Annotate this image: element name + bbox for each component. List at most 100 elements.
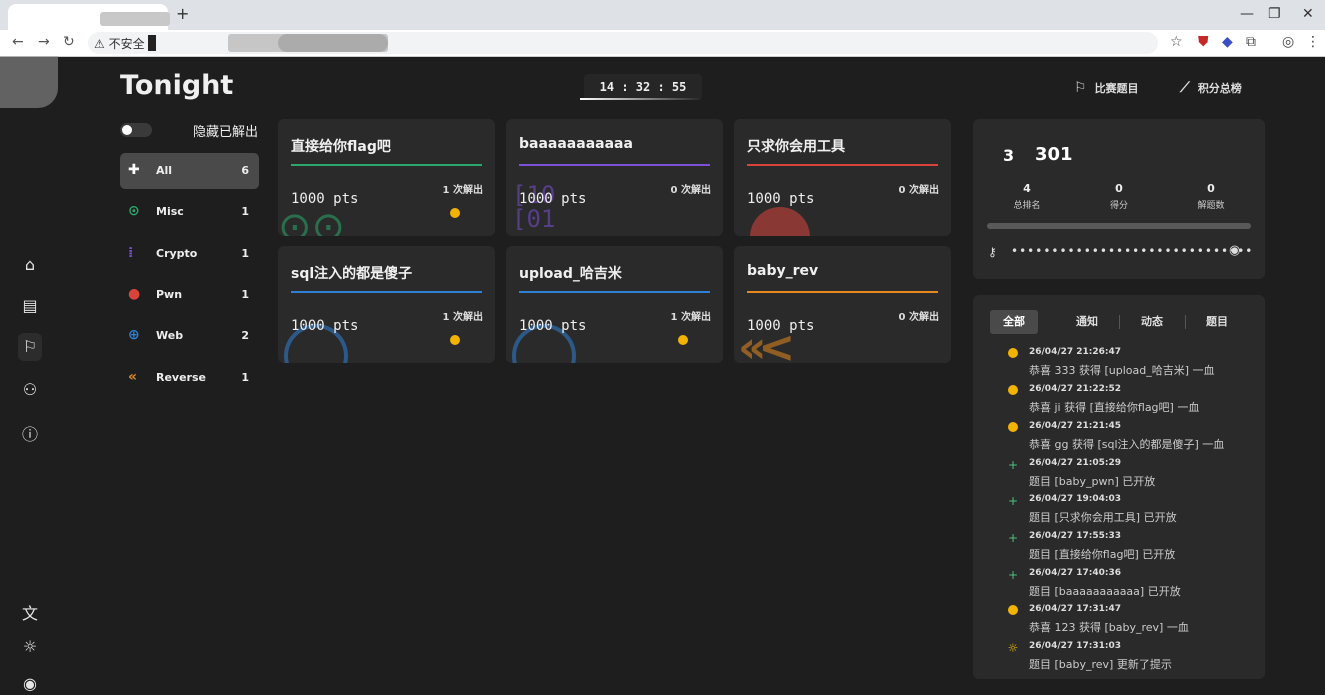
plus-icon: + xyxy=(1007,458,1019,472)
eye-icon[interactable]: ◉ xyxy=(1229,243,1240,258)
challenge-accent-line xyxy=(291,291,482,293)
puzzle-icon: ✚ xyxy=(128,162,140,178)
category-pwn[interactable]: ● Pwn 1 xyxy=(120,277,259,313)
translate-icon[interactable]: 文 xyxy=(18,600,42,624)
diamond-extension-icon[interactable]: ◆ xyxy=(1222,34,1233,50)
category-web[interactable]: ⊕ Web 2 xyxy=(120,318,259,354)
challenge-points: 1000 pts xyxy=(291,191,359,207)
event-text: 恭喜 333 获得 [upload_哈吉米] 一血 xyxy=(1029,364,1215,377)
challenge-accent-line xyxy=(519,291,710,293)
account-icon[interactable]: ◉ xyxy=(18,674,42,693)
solved-badge-icon xyxy=(450,208,460,218)
plus-icon: + xyxy=(1007,494,1019,508)
event-time: 26/04/27 21:21:45 xyxy=(1029,421,1122,431)
solved-badge-icon xyxy=(450,335,460,345)
stat-value: 4 xyxy=(1023,182,1031,195)
minimize-icon[interactable]: — xyxy=(1240,6,1254,22)
category-count: 1 xyxy=(241,371,249,384)
challenge-card[interactable]: [10 [01 baaaaaaaaaaa 1000 pts 0 次解出 xyxy=(506,119,723,236)
team-rank-badge: 3 xyxy=(1003,146,1015,165)
browser-tab[interactable] xyxy=(8,4,170,30)
category-crypto[interactable]: ⁞ Crypto 1 xyxy=(120,236,259,272)
menu-kebab-icon[interactable]: ⋮ xyxy=(1306,34,1320,50)
back-icon[interactable]: ← xyxy=(12,34,24,50)
url-input[interactable]: ⚠ 不安全 xyxy=(88,32,1158,54)
category-count: 1 xyxy=(241,247,249,260)
stat-value: 0 xyxy=(1115,182,1123,195)
category-name: Pwn xyxy=(156,288,183,301)
event-time: 26/04/27 17:31:47 xyxy=(1029,604,1122,614)
tab-challenges[interactable]: 题目 xyxy=(1193,310,1241,334)
hide-solved-toggle[interactable] xyxy=(120,123,152,137)
flag-icon[interactable]: ⚐ xyxy=(18,333,42,361)
plus-icon: + xyxy=(1007,531,1019,545)
hide-solved-label: 隐藏已解出 xyxy=(193,125,259,140)
challenge-title: 只求你会用工具 xyxy=(747,139,845,155)
team-icon[interactable]: ⚇ xyxy=(18,380,42,399)
binary-icon: ⁞ xyxy=(128,245,134,261)
reload-icon[interactable]: ↻ xyxy=(63,34,75,50)
category-all[interactable]: ✚ All 6 xyxy=(120,153,259,189)
event-feed-panel: 全部 通知 动态 题目 26/04/27 21:26:47 恭喜 333 获得 … xyxy=(973,295,1265,679)
stat-total-rank: 4 总排名 xyxy=(992,182,1062,211)
challenge-card[interactable]: 只求你会用工具 1000 pts 0 次解出 xyxy=(734,119,951,236)
scoreboard-nav-label: 积分总榜 xyxy=(1197,82,1242,95)
challenge-title: 直接给你flag吧 xyxy=(291,139,391,155)
stat-solved: 0 解题数 xyxy=(1176,182,1246,211)
challenge-card[interactable]: «< baby_rev 1000 pts 0 次解出 xyxy=(734,246,951,363)
category-name: Reverse xyxy=(156,371,206,384)
challenge-accent-line xyxy=(747,164,938,166)
stat-score: 0 得分 xyxy=(1084,182,1154,211)
new-tab-button[interactable]: + xyxy=(176,4,189,23)
security-indicator[interactable]: ⚠ 不安全 xyxy=(94,35,145,52)
challenge-solves: 1 次解出 xyxy=(442,185,483,196)
challenges-nav-label: 比赛题目 xyxy=(1094,82,1139,95)
document-icon[interactable]: ▤ xyxy=(18,296,42,315)
tab-all[interactable]: 全部 xyxy=(990,310,1038,334)
tab-activity[interactable]: 动态 xyxy=(1128,310,1176,334)
challenge-solves: 0 次解出 xyxy=(670,185,711,196)
challenge-card[interactable]: upload_哈吉米 1000 pts 1 次解出 xyxy=(506,246,723,363)
first-blood-icon xyxy=(1005,347,1021,361)
stat-value: 0 xyxy=(1207,182,1215,195)
profile-icon[interactable]: ◎ xyxy=(1282,34,1294,50)
close-icon[interactable]: ✕ xyxy=(1302,6,1314,22)
team-name: 301 xyxy=(1035,144,1073,165)
toggle-knob xyxy=(122,125,132,135)
gamepad-icon: ⊙ xyxy=(128,203,140,219)
site-brand[interactable]: Tonight xyxy=(120,70,233,101)
solved-badge-icon xyxy=(678,335,688,345)
category-reverse[interactable]: « Reverse 1 xyxy=(120,360,259,396)
challenge-card[interactable]: ⊙⊙ 直接给你flag吧 1000 pts 1 次解出 xyxy=(278,119,495,236)
tab-notices[interactable]: 通知 xyxy=(1063,310,1111,334)
category-misc[interactable]: ⊙ Misc 1 xyxy=(120,194,259,230)
challenge-points: 1000 pts xyxy=(291,318,359,334)
url-redacted xyxy=(278,34,388,52)
url-redacted xyxy=(148,35,156,51)
event-text: 题目 [baby_rev] 更新了提示 xyxy=(1029,658,1172,671)
score-progress-bar xyxy=(987,223,1251,229)
forward-icon[interactable]: → xyxy=(38,34,50,50)
info-icon[interactable]: ⓘ xyxy=(18,421,42,445)
event-time: 26/04/27 17:40:36 xyxy=(1029,568,1122,578)
feed-event: + 26/04/27 17:40:36 题目 [baaaaaaaaaaa] 已开… xyxy=(1008,568,1265,599)
challenges-nav-button[interactable]: ⚐ 比赛题目 xyxy=(1064,72,1149,104)
challenge-card[interactable]: sql注入的都是傻子 1000 pts 1 次解出 xyxy=(278,246,495,363)
feed-event: ☼ 26/04/27 17:31:03 题目 [baby_rev] 更新了提示 xyxy=(1008,641,1265,672)
lightbulb-icon: ☼ xyxy=(1007,641,1019,655)
gamepad-icon: ⊙⊙ xyxy=(278,204,346,236)
event-text: 恭喜 123 获得 [baby_rev] 一血 xyxy=(1029,621,1189,634)
restore-icon[interactable]: ❐ xyxy=(1268,6,1281,22)
bookmark-star-icon[interactable]: ☆ xyxy=(1170,34,1183,50)
category-count: 6 xyxy=(241,164,249,177)
challenge-points: 1000 pts xyxy=(747,318,815,334)
scoreboard-nav-button[interactable]: ⟋ 积分总榜 xyxy=(1170,72,1252,104)
theme-sun-icon[interactable]: ☼ xyxy=(18,637,42,656)
extensions-puzzle-icon[interactable]: ⧉ xyxy=(1246,34,1256,50)
shield-extension-icon[interactable]: ⛊ xyxy=(1198,34,1209,50)
home-icon[interactable]: ⌂ xyxy=(18,255,42,274)
event-text: 恭喜 gg 获得 [sql注入的都是傻子] 一血 xyxy=(1029,438,1225,451)
category-count: 1 xyxy=(241,288,249,301)
event-text: 题目 [只求你会用工具] 已开放 xyxy=(1029,511,1177,524)
challenge-points: 1000 pts xyxy=(519,318,587,334)
